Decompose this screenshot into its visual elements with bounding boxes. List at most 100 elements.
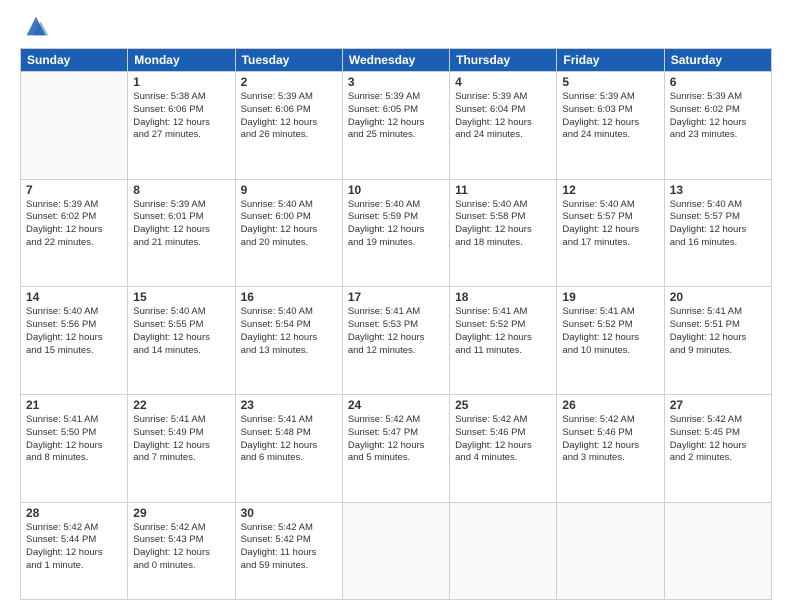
calendar-cell: 26 Sunrise: 5:42 AM Sunset: 5:46 PM Dayli… bbox=[557, 394, 664, 502]
day-number: 26 bbox=[562, 398, 658, 412]
weekday-header-sunday: Sunday bbox=[21, 49, 128, 72]
day-info: Sunrise: 5:42 AM Sunset: 5:47 PM Dayligh… bbox=[348, 414, 444, 465]
logo bbox=[20, 16, 50, 40]
calendar-cell: 27 Sunrise: 5:42 AM Sunset: 5:45 PM Dayli… bbox=[664, 394, 771, 502]
calendar-cell: 2Sunrise: 5:39 AM Sunset: 6:06 PM Daylig… bbox=[235, 72, 342, 180]
weekday-header-wednesday: Wednesday bbox=[342, 49, 449, 72]
day-info: Sunrise: 5:39 AM Sunset: 6:03 PM Dayligh… bbox=[562, 91, 658, 142]
weekday-header-row: SundayMondayTuesdayWednesdayThursdayFrid… bbox=[21, 49, 772, 72]
weekday-header-friday: Friday bbox=[557, 49, 664, 72]
day-info: Sunrise: 5:41 AM Sunset: 5:48 PM Dayligh… bbox=[241, 414, 337, 465]
day-number: 9 bbox=[241, 183, 337, 197]
calendar-cell: 1 Sunrise: 5:38 AM Sunset: 6:06 PM Daylig… bbox=[128, 72, 235, 180]
day-number: 12 bbox=[562, 183, 658, 197]
day-info: Sunrise: 5:38 AM Sunset: 6:06 PM Dayligh… bbox=[133, 91, 229, 142]
day-number: 24 bbox=[348, 398, 444, 412]
day-number: 7 bbox=[26, 183, 122, 197]
calendar-cell: 17 Sunrise: 5:41 AM Sunset: 5:53 PM Dayli… bbox=[342, 287, 449, 395]
day-info: Sunrise: 5:40 AM Sunset: 5:57 PM Dayligh… bbox=[562, 199, 658, 250]
weekday-header-saturday: Saturday bbox=[664, 49, 771, 72]
weekday-header-tuesday: Tuesday bbox=[235, 49, 342, 72]
day-number: 3 bbox=[348, 75, 444, 89]
day-number: 20 bbox=[670, 290, 766, 304]
day-info: Sunrise: 5:40 AM Sunset: 5:54 PM Dayligh… bbox=[241, 306, 337, 357]
day-info: Sunrise: 5:40 AM Sunset: 5:59 PM Dayligh… bbox=[348, 199, 444, 250]
day-info: Sunrise: 5:42 AM Sunset: 5:46 PM Dayligh… bbox=[455, 414, 551, 465]
day-number: 5 bbox=[562, 75, 658, 89]
calendar-cell: 29 Sunrise: 5:42 AM Sunset: 5:43 PM Dayli… bbox=[128, 502, 235, 600]
day-number: 6 bbox=[670, 75, 766, 89]
calendar-cell bbox=[21, 72, 128, 180]
day-number: 21 bbox=[26, 398, 122, 412]
day-info: Sunrise: 5:41 AM Sunset: 5:49 PM Dayligh… bbox=[133, 414, 229, 465]
day-number: 15 bbox=[133, 290, 229, 304]
day-number: 27 bbox=[670, 398, 766, 412]
calendar-cell: 15 Sunrise: 5:40 AM Sunset: 5:55 PM Dayli… bbox=[128, 287, 235, 395]
day-info: Sunrise: 5:41 AM Sunset: 5:52 PM Dayligh… bbox=[562, 306, 658, 357]
day-number: 19 bbox=[562, 290, 658, 304]
day-info: Sunrise: 5:39 AM Sunset: 6:01 PM Dayligh… bbox=[133, 199, 229, 250]
calendar-cell: 30 Sunrise: 5:42 AM Sunset: 5:42 PM Dayli… bbox=[235, 502, 342, 600]
calendar-cell: 6 Sunrise: 5:39 AM Sunset: 6:02 PM Daylig… bbox=[664, 72, 771, 180]
day-info: Sunrise: 5:41 AM Sunset: 5:50 PM Dayligh… bbox=[26, 414, 122, 465]
calendar-cell: 22 Sunrise: 5:41 AM Sunset: 5:49 PM Dayli… bbox=[128, 394, 235, 502]
day-info: Sunrise: 5:39 AM Sunset: 6:02 PM Dayligh… bbox=[670, 91, 766, 142]
day-info: Sunrise: 5:42 AM Sunset: 5:42 PM Dayligh… bbox=[241, 522, 337, 573]
day-info: Sunrise: 5:40 AM Sunset: 5:58 PM Dayligh… bbox=[455, 199, 551, 250]
day-info: Sunrise: 5:39 AM Sunset: 6:02 PM Dayligh… bbox=[26, 199, 122, 250]
day-info: Sunrise: 5:41 AM Sunset: 5:51 PM Dayligh… bbox=[670, 306, 766, 357]
logo-icon bbox=[22, 12, 50, 40]
day-info: Sunrise: 5:40 AM Sunset: 5:56 PM Dayligh… bbox=[26, 306, 122, 357]
day-info: Sunrise: 5:40 AM Sunset: 6:00 PM Dayligh… bbox=[241, 199, 337, 250]
day-info: Sunrise: 5:39 AM Sunset: 6:05 PM Dayligh… bbox=[348, 91, 444, 142]
calendar-cell bbox=[664, 502, 771, 600]
day-number: 29 bbox=[133, 506, 229, 520]
day-number: 13 bbox=[670, 183, 766, 197]
day-info: Sunrise: 5:42 AM Sunset: 5:43 PM Dayligh… bbox=[133, 522, 229, 573]
calendar-cell: 14 Sunrise: 5:40 AM Sunset: 5:56 PM Dayli… bbox=[21, 287, 128, 395]
day-number: 18 bbox=[455, 290, 551, 304]
day-number: 1 bbox=[133, 75, 229, 89]
calendar-cell: 19 Sunrise: 5:41 AM Sunset: 5:52 PM Dayli… bbox=[557, 287, 664, 395]
day-info: Sunrise: 5:40 AM Sunset: 5:55 PM Dayligh… bbox=[133, 306, 229, 357]
day-info: Sunrise: 5:41 AM Sunset: 5:52 PM Dayligh… bbox=[455, 306, 551, 357]
day-info: Sunrise: 5:39 AM Sunset: 6:06 PM Dayligh… bbox=[241, 91, 337, 142]
calendar-table: SundayMondayTuesdayWednesdayThursdayFrid… bbox=[20, 48, 772, 600]
weekday-header-thursday: Thursday bbox=[450, 49, 557, 72]
day-number: 8 bbox=[133, 183, 229, 197]
calendar-cell: 12 Sunrise: 5:40 AM Sunset: 5:57 PM Dayli… bbox=[557, 179, 664, 287]
calendar-cell: 9 Sunrise: 5:40 AM Sunset: 6:00 PM Daylig… bbox=[235, 179, 342, 287]
day-info: Sunrise: 5:39 AM Sunset: 6:04 PM Dayligh… bbox=[455, 91, 551, 142]
calendar-cell: 25 Sunrise: 5:42 AM Sunset: 5:46 PM Dayli… bbox=[450, 394, 557, 502]
day-number: 25 bbox=[455, 398, 551, 412]
day-info: Sunrise: 5:42 AM Sunset: 5:46 PM Dayligh… bbox=[562, 414, 658, 465]
day-number: 14 bbox=[26, 290, 122, 304]
day-number: 16 bbox=[241, 290, 337, 304]
day-number: 23 bbox=[241, 398, 337, 412]
day-number: 11 bbox=[455, 183, 551, 197]
calendar-cell: 28Sunrise: 5:42 AM Sunset: 5:44 PM Dayli… bbox=[21, 502, 128, 600]
calendar-cell: 10Sunrise: 5:40 AM Sunset: 5:59 PM Dayli… bbox=[342, 179, 449, 287]
calendar-cell bbox=[450, 502, 557, 600]
calendar-cell: 23 Sunrise: 5:41 AM Sunset: 5:48 PM Dayli… bbox=[235, 394, 342, 502]
weekday-header-monday: Monday bbox=[128, 49, 235, 72]
day-info: Sunrise: 5:40 AM Sunset: 5:57 PM Dayligh… bbox=[670, 199, 766, 250]
calendar-cell: 7 Sunrise: 5:39 AM Sunset: 6:02 PM Daylig… bbox=[21, 179, 128, 287]
calendar-cell: 21 Sunrise: 5:41 AM Sunset: 5:50 PM Dayli… bbox=[21, 394, 128, 502]
calendar-cell: 5 Sunrise: 5:39 AM Sunset: 6:03 PM Daylig… bbox=[557, 72, 664, 180]
calendar-cell: 4 Sunrise: 5:39 AM Sunset: 6:04 PM Daylig… bbox=[450, 72, 557, 180]
calendar-cell: 3 Sunrise: 5:39 AM Sunset: 6:05 PM Daylig… bbox=[342, 72, 449, 180]
calendar-cell bbox=[557, 502, 664, 600]
calendar-cell: 18 Sunrise: 5:41 AM Sunset: 5:52 PM Dayli… bbox=[450, 287, 557, 395]
calendar-cell: 8 Sunrise: 5:39 AM Sunset: 6:01 PM Daylig… bbox=[128, 179, 235, 287]
calendar-cell bbox=[342, 502, 449, 600]
day-info: Sunrise: 5:41 AM Sunset: 5:53 PM Dayligh… bbox=[348, 306, 444, 357]
day-number: 4 bbox=[455, 75, 551, 89]
day-number: 22 bbox=[133, 398, 229, 412]
calendar-cell: 20 Sunrise: 5:41 AM Sunset: 5:51 PM Dayli… bbox=[664, 287, 771, 395]
day-number: 17 bbox=[348, 290, 444, 304]
day-info: Sunrise: 5:42 AM Sunset: 5:44 PM Dayligh… bbox=[26, 522, 122, 573]
calendar-cell: 16 Sunrise: 5:40 AM Sunset: 5:54 PM Dayli… bbox=[235, 287, 342, 395]
day-number: 30 bbox=[241, 506, 337, 520]
day-info: Sunrise: 5:42 AM Sunset: 5:45 PM Dayligh… bbox=[670, 414, 766, 465]
